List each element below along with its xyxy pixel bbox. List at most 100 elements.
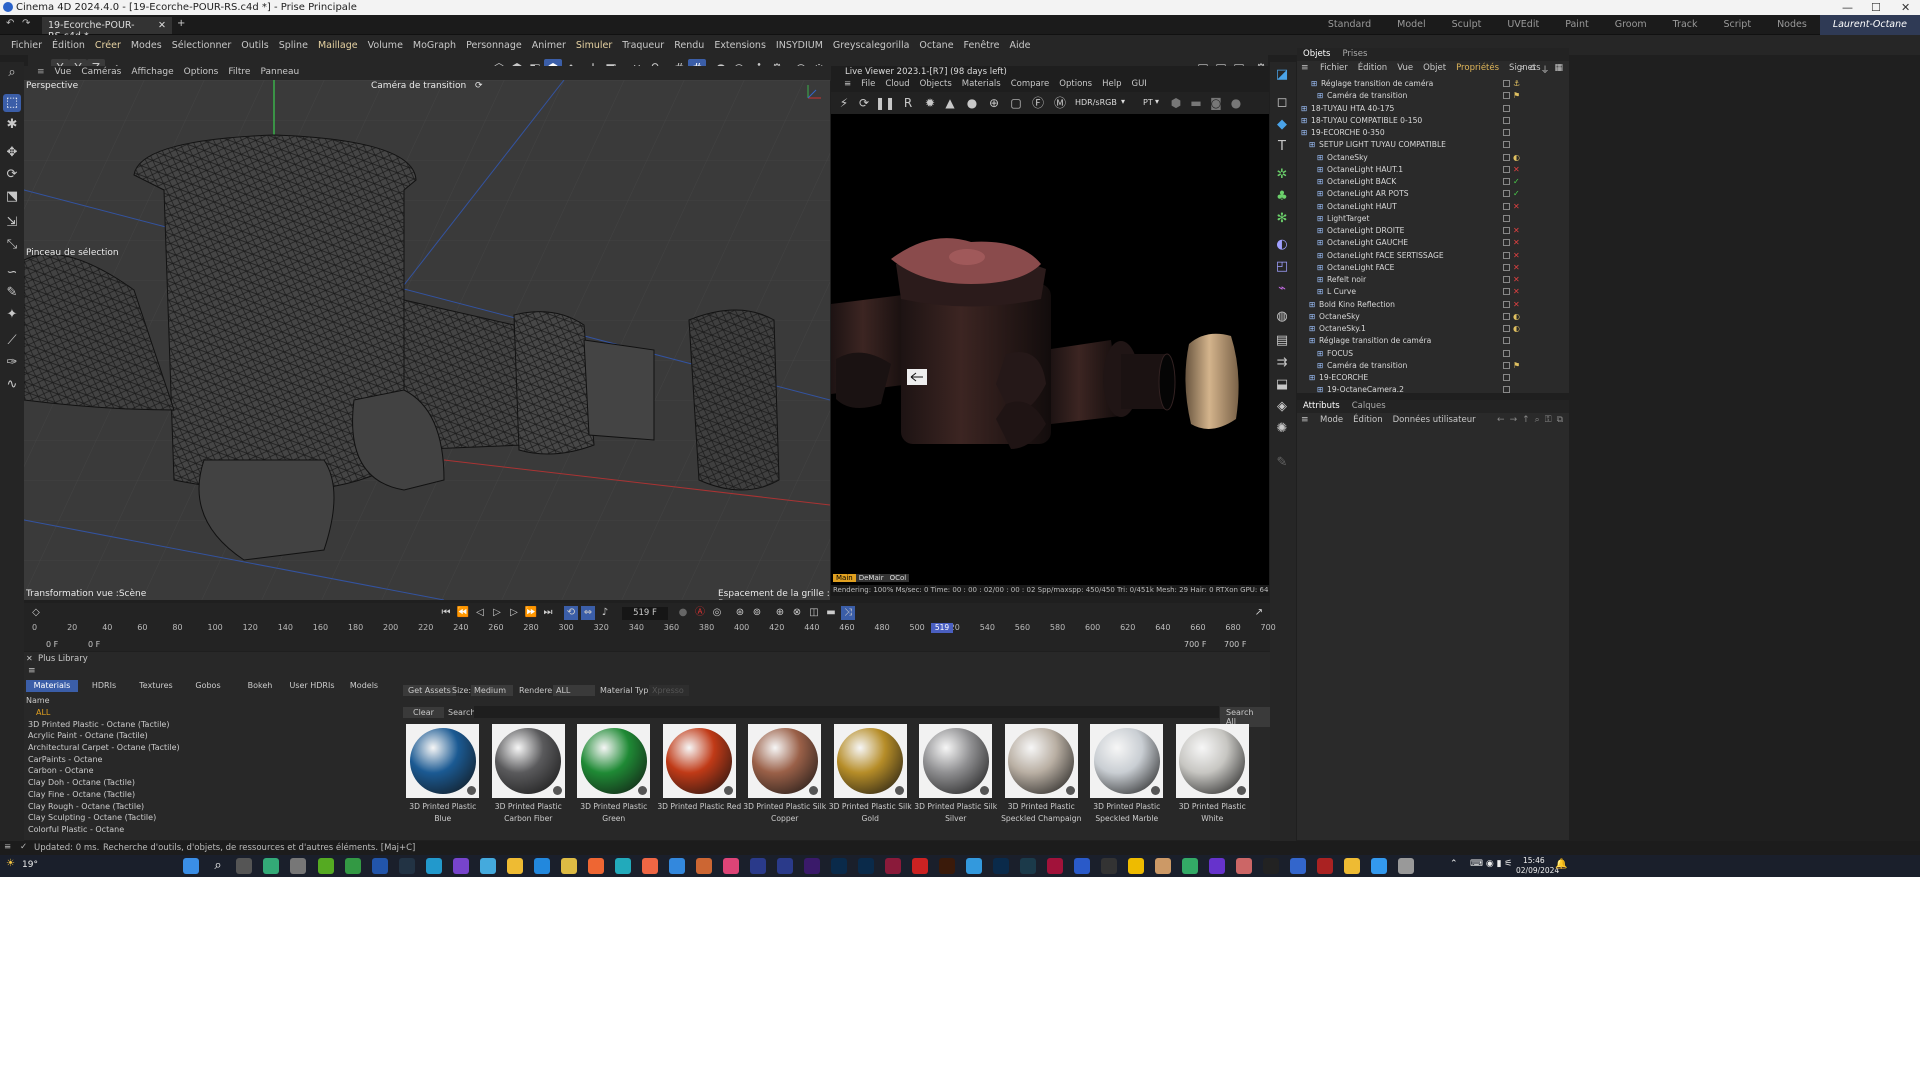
panel-menu-item[interactable]: Fichier <box>1315 62 1353 76</box>
generator-icon[interactable]: ✲ <box>1273 166 1291 184</box>
object-row[interactable]: ⊞ Réglage transition de caméra ⚓ <box>1297 78 1569 90</box>
timeline-ruler[interactable]: 0 20 40 60 80 100 120 140 160 180 200 220 240 260 280 3… <box>32 623 1276 635</box>
panel-tab[interactable]: Calques <box>1346 400 1392 413</box>
app-icon[interactable] <box>1155 858 1171 874</box>
material-type-select[interactable]: Xpresso <box>649 685 689 696</box>
live-select-icon[interactable]: ✱ <box>3 116 21 134</box>
scene-icon[interactable]: ▤ <box>1273 332 1291 350</box>
render-icon[interactable]: ⬓ <box>1273 376 1291 394</box>
perspective-viewport[interactable]: Perspective Caméra de transition ⟳ Pince… <box>24 80 830 600</box>
object-row[interactable]: ⊞ 19-ECORCHE 0-350 <box>1297 127 1569 139</box>
menu-item[interactable]: Sélectionner <box>167 35 237 55</box>
playhead[interactable]: 519 <box>931 623 953 633</box>
visibility-toggle[interactable] <box>1503 251 1510 259</box>
next-key-icon[interactable]: ⏩ <box>524 606 538 620</box>
object-row[interactable]: ⊞ OctaneSky ◐ <box>1297 152 1569 164</box>
go-to-start-icon[interactable]: ⏮ <box>439 606 453 620</box>
undo-icon[interactable]: ↶ <box>6 18 14 29</box>
photoshop-icon[interactable] <box>831 858 847 874</box>
material-thumbnail[interactable] <box>491 724 565 798</box>
onedrive-icon[interactable] <box>966 858 982 874</box>
app-icon[interactable] <box>1263 858 1279 874</box>
select-tool-icon[interactable]: ⬚ <box>3 94 21 112</box>
lock-icon[interactable]: ⚿ <box>1545 415 1552 425</box>
menu-item[interactable]: Rendu <box>669 35 709 55</box>
film-region-icon[interactable]: ▬ <box>1187 94 1205 112</box>
category-item[interactable]: Clay Fine - Octane (Tactile) <box>26 790 391 802</box>
settings-icon[interactable]: ✹ <box>921 94 939 112</box>
pla-key-icon[interactable]: ◫ <box>807 606 821 620</box>
object-row[interactable]: ⊞ LightTarget <box>1297 213 1569 225</box>
category-item[interactable]: Clay Rough - Octane (Tactile) <box>26 802 391 814</box>
object-row[interactable]: ⊞ 19-OctaneCamera.2 <box>1297 384 1569 396</box>
layout-tab[interactable]: Script <box>1711 15 1765 35</box>
layer-icon[interactable]: ◈ <box>1273 398 1291 416</box>
visibility-toggle[interactable] <box>1503 386 1510 394</box>
library-tab[interactable]: Materials <box>26 680 78 692</box>
app-icon[interactable] <box>1128 858 1144 874</box>
material-card[interactable]: 3D Printed Plastic Speckled Marble <box>1084 724 1170 824</box>
kernel-select[interactable]: PT <box>1143 98 1153 107</box>
app-icon[interactable] <box>1182 858 1198 874</box>
hdr-select[interactable]: HDR/sRGB <box>1075 98 1117 107</box>
file-explorer-icon[interactable] <box>507 858 523 874</box>
visibility-toggle[interactable] <box>1503 288 1510 296</box>
app-icon[interactable] <box>1047 858 1063 874</box>
category-item[interactable]: CarPaints - Octane <box>26 755 391 767</box>
effector-icon[interactable]: ✻ <box>1273 210 1291 228</box>
panel-menu-item[interactable]: Mode <box>1315 414 1348 428</box>
object-status-icon[interactable]: ✕ <box>1513 226 1520 235</box>
deformer-icon[interactable]: ◐ <box>1273 236 1291 254</box>
visibility-toggle[interactable] <box>1503 190 1510 198</box>
material-sphere-icon[interactable]: ● <box>963 94 981 112</box>
visibility-toggle[interactable] <box>1503 300 1510 308</box>
library-tab[interactable]: Textures <box>130 680 182 692</box>
pen-tool-icon[interactable]: ✑ <box>3 354 21 372</box>
material-card[interactable]: 3D Printed Plastic White <box>1170 724 1256 824</box>
end-frame-field[interactable]: 700 F <box>1224 640 1246 649</box>
illustrator-icon[interactable] <box>939 858 955 874</box>
rotate-tool-icon[interactable]: ⟳ <box>3 166 21 184</box>
material-thumbnail[interactable] <box>577 724 651 798</box>
object-row[interactable]: ⊞ 19-ECORCHE <box>1297 372 1569 384</box>
clock-date[interactable]: 02/09/2024 <box>1516 866 1559 875</box>
object-row[interactable]: ⊞ OctaneLight FACE SERTISSAGE ✕ <box>1297 250 1569 262</box>
object-row[interactable]: ⊞ Caméra de transition ⚑ <box>1297 360 1569 372</box>
cinema4d-taskbar-icon[interactable] <box>1074 858 1090 874</box>
object-status-icon[interactable]: ✕ <box>1513 251 1520 260</box>
primitive-cube-icon[interactable]: ◆ <box>1273 116 1291 134</box>
layout-tab[interactable]: Nodes <box>1764 15 1820 35</box>
edit-icon[interactable]: ✎ <box>1273 454 1291 472</box>
material-thumbnail[interactable] <box>1090 724 1164 798</box>
live-viewer-menu-item[interactable]: Compare <box>1006 78 1055 92</box>
visibility-toggle[interactable] <box>1503 276 1510 283</box>
panel-menu-item[interactable]: Données utilisateur <box>1388 414 1481 428</box>
dot-icon[interactable]: ● <box>1227 94 1245 112</box>
size-select[interactable]: Medium <box>471 685 513 696</box>
object-row[interactable]: ⊞ OctaneLight FACE ✕ <box>1297 262 1569 274</box>
object-row[interactable]: ⊞ OctaneLight AR POTS ✓ <box>1297 188 1569 200</box>
snap-tool-icon[interactable]: ⤡ <box>3 236 21 254</box>
live-viewer-menu-item[interactable]: Objects <box>915 78 957 92</box>
loop-icon[interactable]: ⟲ <box>564 606 578 620</box>
layout-tab[interactable]: Model <box>1384 15 1439 35</box>
material-card[interactable]: 3D Printed Plastic Red <box>657 724 743 824</box>
app-icon[interactable] <box>1317 858 1333 874</box>
object-row[interactable]: ⊞ SETUP LIGHT TUYAU COMPATIBLE <box>1297 139 1569 151</box>
viewport-menu-item[interactable]: Panneau <box>255 66 304 80</box>
clear-button[interactable]: Clear <box>403 707 444 718</box>
lock-icon[interactable]: ▲ <box>941 94 959 112</box>
live-viewer-menu-item[interactable]: File <box>856 78 880 92</box>
app-icon[interactable] <box>723 858 739 874</box>
up-arrow-icon[interactable]: ↑ <box>1522 415 1530 425</box>
tray-icons[interactable]: ⌨ ◉ ▮ ⚟ <box>1470 859 1512 869</box>
new-window-icon[interactable]: ⧉ <box>1557 415 1563 425</box>
material-card[interactable]: 3D Printed Plastic Speckled Champaign <box>999 724 1085 824</box>
object-row[interactable]: ⊞ L Curve ✕ <box>1297 286 1569 298</box>
timeline-expand-icon[interactable]: ↗ <box>1252 606 1266 620</box>
layout-tab[interactable]: Standard <box>1315 15 1384 35</box>
go-to-end-icon[interactable]: ⏭ <box>541 606 555 620</box>
library-tab[interactable]: Models <box>338 680 390 692</box>
category-item[interactable]: Clay Doh - Octane (Tactile) <box>26 778 391 790</box>
menu-item[interactable]: Extensions <box>709 35 771 55</box>
